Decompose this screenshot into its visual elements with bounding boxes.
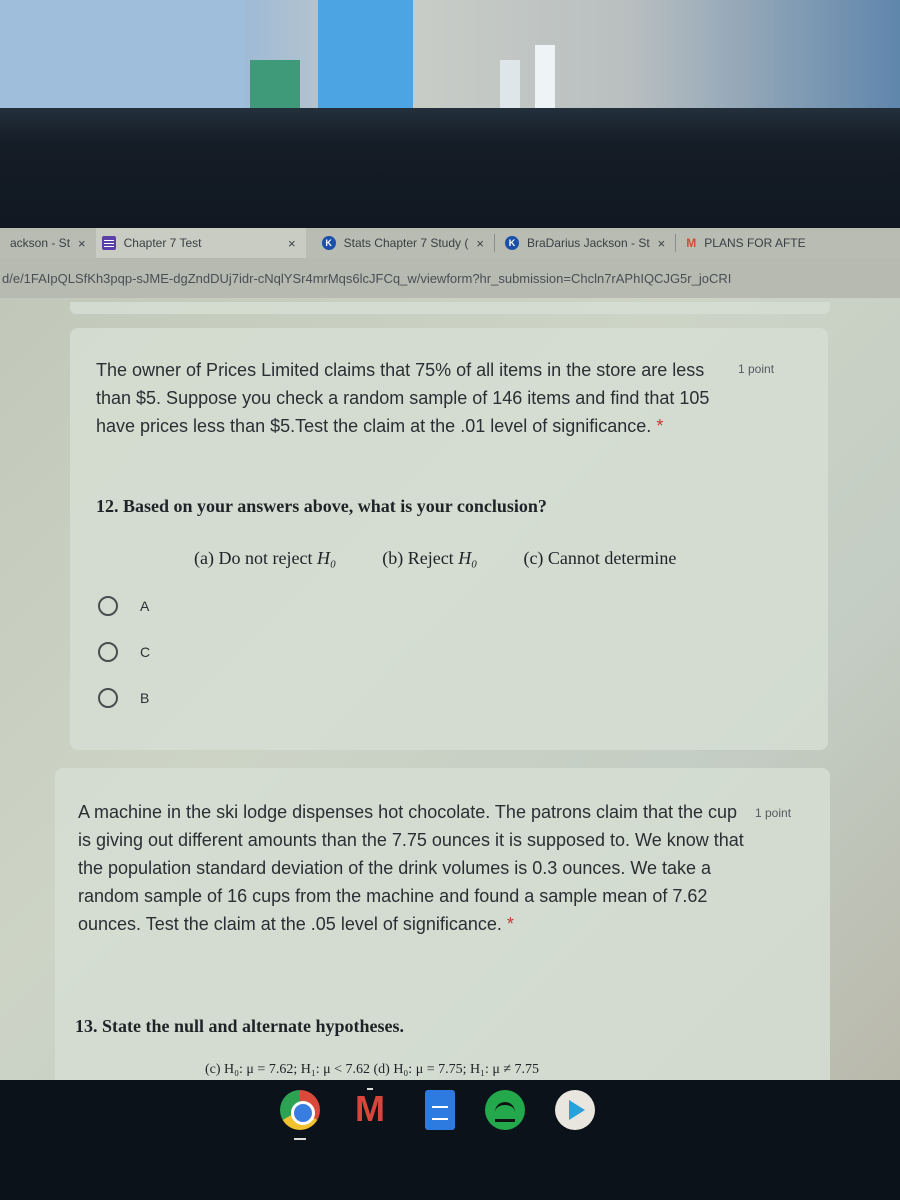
question-image-prompt: 13. State the null and alternate hypothe…	[75, 1016, 405, 1036]
radio-label: A	[140, 598, 150, 614]
previous-card-edge	[70, 302, 830, 314]
question-image-choices: (a) Do not reject H₀ (b) Reject H₀ (c) C…	[194, 548, 676, 569]
k-icon: K	[504, 236, 519, 250]
question-card: A machine in the ski lodge dispenses hot…	[55, 768, 830, 1080]
url-text[interactable]: d/e/1FAIpQLSfKh3pqp-sJME-dgZndDUj7idr-cN…	[2, 271, 731, 286]
radio-option-a[interactable]: A	[98, 596, 149, 616]
tab-chapter-7-test[interactable]: Chapter 7 Test ×	[95, 228, 306, 258]
tab-label: BraDarius Jackson - St	[526, 236, 650, 250]
tab-jackson[interactable]: ackson - St ×	[0, 228, 96, 258]
docs-icon[interactable]	[425, 1090, 455, 1130]
os-shelf: M	[0, 1080, 900, 1200]
radio-label: B	[140, 690, 150, 706]
choice-c-text: (c) Cannot determine	[523, 548, 677, 568]
background-poster	[318, 0, 413, 110]
gmail-icon[interactable]: M	[350, 1088, 390, 1130]
radio-option-c[interactable]: C	[98, 642, 150, 662]
points-label: 1 point	[755, 806, 792, 820]
radio-option-b[interactable]: B	[98, 688, 149, 708]
room-background	[0, 0, 900, 110]
question-image-prompt: 12. Based on your answers above, what is…	[96, 496, 547, 516]
tab-strip: ackson - St × Chapter 7 Test × K Stats C…	[0, 228, 900, 258]
address-bar[interactable]: d/e/1FAIpQLSfKh3pqp-sJME-dgZndDUj7idr-cN…	[0, 258, 900, 298]
choice-a-text: (a) Do not reject H₀	[194, 548, 337, 568]
radio-button[interactable]	[98, 642, 118, 662]
radio-label: C	[140, 644, 151, 660]
radio-button[interactable]	[98, 688, 118, 708]
required-asterisk: *	[656, 416, 664, 436]
k-icon: K	[321, 236, 336, 250]
question-image-choices-cut: (c) H₀: μ = 7.62; H₁: μ < 7.62 (d) H₀: μ…	[205, 1062, 540, 1076]
tab-label: Stats Chapter 7 Study (	[343, 236, 469, 250]
play-store-icon[interactable]	[555, 1090, 595, 1130]
running-indicator	[294, 1138, 306, 1140]
close-icon[interactable]: ×	[658, 236, 666, 251]
tab-stats-chapter-7-study[interactable]: K Stats Chapter 7 Study ( ×	[306, 228, 494, 258]
tab-label: Chapter 7 Test	[123, 236, 202, 250]
tab-label: PLANS FOR AFTE	[704, 236, 806, 250]
tab-label: ackson - St	[10, 236, 71, 250]
choice-b-text: (b) Reject H₀	[382, 548, 478, 568]
chrome-icon[interactable]	[280, 1090, 320, 1140]
running-indicator	[367, 1088, 373, 1090]
tab-plans-for-after[interactable]: M PLANS FOR AFTE	[676, 228, 815, 258]
form-page: The owner of Prices Limited claims that …	[0, 298, 900, 1080]
question-text: A machine in the ski lodge dispenses hot…	[78, 802, 744, 934]
points-label: 1 point	[738, 362, 775, 376]
background-bottle	[500, 60, 520, 110]
close-icon[interactable]: ×	[288, 236, 296, 251]
question-text: The owner of Prices Limited claims that …	[96, 360, 710, 436]
gmail-icon: M	[686, 236, 697, 250]
required-asterisk: *	[506, 914, 514, 934]
laptop-bezel	[0, 108, 900, 230]
forms-icon	[101, 236, 116, 250]
app-dock: M	[280, 1088, 595, 1140]
spotify-icon[interactable]	[485, 1090, 525, 1130]
background-bottle	[535, 45, 555, 110]
tab-bradarius-jackson[interactable]: K BraDarius Jackson - St ×	[495, 228, 675, 258]
question-card: The owner of Prices Limited claims that …	[70, 328, 828, 750]
whiteboard	[0, 0, 245, 110]
background-cup	[250, 60, 300, 110]
radio-button[interactable]	[98, 596, 118, 616]
close-icon[interactable]: ×	[476, 236, 484, 251]
close-icon[interactable]: ×	[78, 236, 86, 251]
